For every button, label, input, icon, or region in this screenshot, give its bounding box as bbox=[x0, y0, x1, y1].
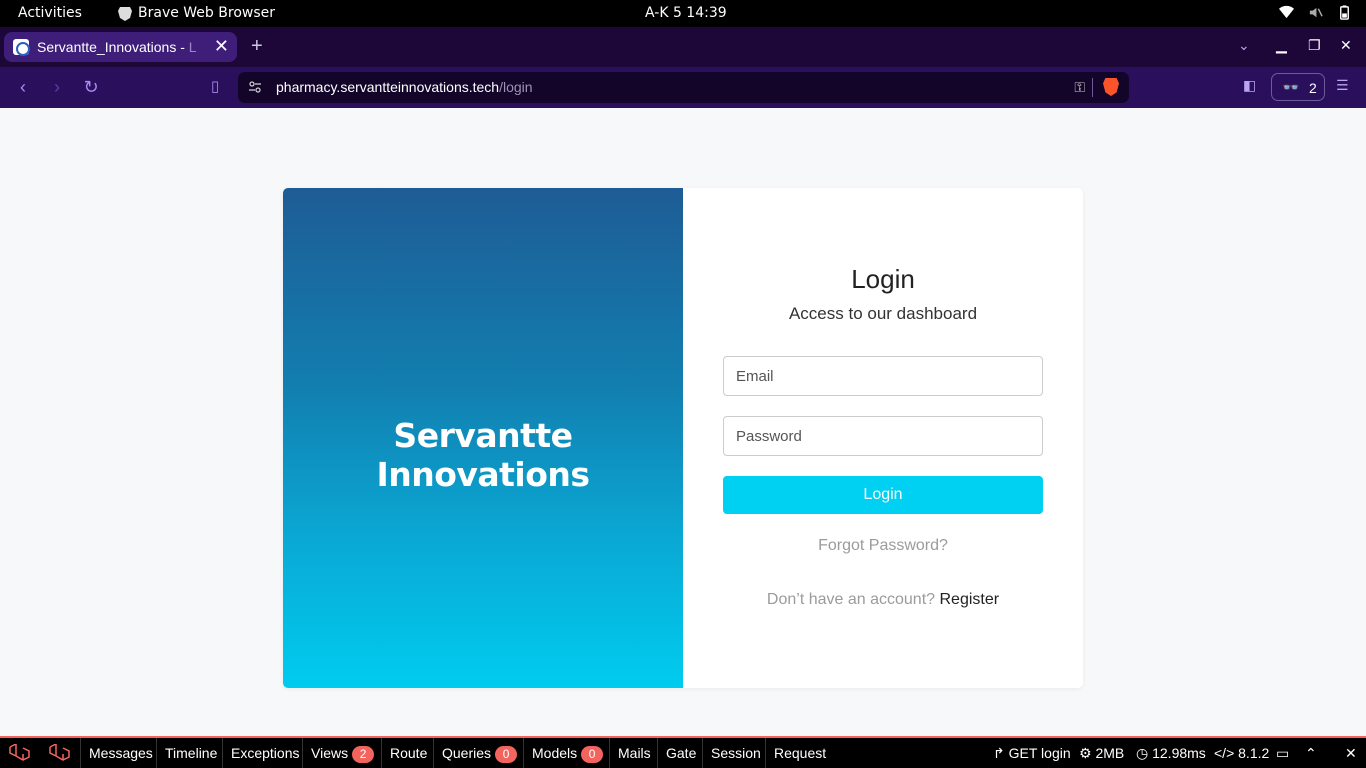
debugbar: Messages Timeline Exceptions Views 2 Rout… bbox=[0, 736, 1366, 768]
app-menu[interactable]: Brave Web Browser bbox=[118, 5, 275, 21]
forward-arrow-icon[interactable]: › bbox=[47, 77, 67, 97]
clock-icon: ◷ bbox=[1136, 745, 1149, 761]
email-field[interactable] bbox=[723, 356, 1043, 396]
views-count-badge: 2 bbox=[352, 746, 375, 763]
brave-app-icon bbox=[118, 6, 132, 21]
route-value: GET login bbox=[1008, 745, 1071, 761]
url-path: /login bbox=[499, 79, 533, 95]
debug-tab-session[interactable]: Session bbox=[702, 738, 769, 768]
hamburger-menu-icon[interactable]: ☰ bbox=[1336, 77, 1349, 94]
back-arrow-icon[interactable]: ‹ bbox=[13, 77, 33, 97]
sidebar-toggle-icon[interactable]: ◧ bbox=[1243, 77, 1256, 94]
password-field[interactable] bbox=[723, 416, 1043, 456]
register-link[interactable]: Register bbox=[940, 591, 1000, 608]
login-button[interactable]: Login bbox=[723, 476, 1043, 514]
tab-close-icon[interactable]: ✕ bbox=[214, 36, 229, 57]
debug-tab-request[interactable]: Request bbox=[765, 738, 834, 768]
code-icon: </> bbox=[1214, 745, 1235, 761]
site-settings-icon[interactable] bbox=[248, 80, 262, 94]
system-top-bar: Activities Brave Web Browser A-K 5 14:39 bbox=[0, 0, 1366, 27]
bookmark-icon[interactable]: ▯ bbox=[205, 77, 225, 97]
tab-title: Servantte_Innovations - bbox=[37, 39, 189, 55]
debug-tab-queries[interactable]: Queries 0 bbox=[433, 738, 525, 768]
browser-tab-strip: Servantte_Innovations - L ✕ + ⌄ ▁ ❐ ✕ bbox=[0, 27, 1366, 67]
login-subtitle: Access to our dashboard bbox=[788, 304, 978, 323]
url-text[interactable]: pharmacy.servantteinnovations.tech/login bbox=[276, 79, 533, 95]
battery-icon bbox=[1340, 5, 1349, 20]
debug-tab-models[interactable]: Models 0 bbox=[523, 738, 611, 768]
time-value: 12.98ms bbox=[1152, 745, 1206, 761]
address-bar[interactable]: pharmacy.servantteinnovations.tech/login… bbox=[238, 72, 1129, 103]
new-tab-plus-icon[interactable]: + bbox=[251, 35, 263, 58]
memory-indicator: ⚙ 2MB bbox=[1079, 738, 1124, 768]
site-favicon-icon bbox=[13, 39, 30, 56]
maximize-debugbar-chevron-up-icon[interactable]: ⌃ bbox=[1305, 738, 1317, 768]
password-key-icon[interactable]: ⚿ bbox=[1074, 79, 1085, 96]
debug-tab-messages[interactable]: Messages bbox=[80, 738, 161, 768]
models-count-badge: 0 bbox=[581, 746, 604, 763]
views-label: Views bbox=[311, 745, 349, 761]
tab-servantte-login[interactable]: Servantte_Innovations - L ✕ bbox=[4, 32, 237, 62]
brand-title: Servantte Innovations bbox=[376, 416, 590, 494]
volume-muted-icon bbox=[1309, 7, 1323, 18]
php-version-value: 8.1.2 bbox=[1238, 745, 1270, 761]
clock[interactable]: A-K 5 14:39 bbox=[645, 5, 727, 21]
time-indicator[interactable]: ◷ 12.98ms bbox=[1136, 738, 1206, 768]
close-debugbar-icon[interactable]: ✕ bbox=[1345, 738, 1357, 768]
system-tray[interactable] bbox=[1279, 5, 1352, 20]
activities-button[interactable]: Activities bbox=[18, 5, 82, 21]
debug-tab-timeline[interactable]: Timeline bbox=[156, 738, 225, 768]
models-label: Models bbox=[532, 745, 578, 761]
wallet-count: 2 bbox=[1309, 80, 1317, 96]
queries-label: Queries bbox=[442, 745, 492, 761]
wifi-icon bbox=[1279, 5, 1294, 19]
tab-title-faded: L bbox=[188, 39, 197, 55]
maximize-window-icon[interactable]: ❐ bbox=[1308, 37, 1321, 54]
debug-tab-mails[interactable]: Mails bbox=[609, 738, 659, 768]
queries-count-badge: 0 bbox=[495, 746, 518, 763]
no-account-text: Don’t have an account? bbox=[766, 591, 936, 608]
url-divider bbox=[1092, 78, 1093, 97]
url-host: pharmacy.servantteinnovations.tech bbox=[276, 79, 500, 95]
login-heading: Login bbox=[851, 264, 915, 294]
private-glasses-icon: 👓 bbox=[1282, 79, 1300, 95]
brave-shields-icon[interactable] bbox=[1103, 78, 1119, 96]
share-arrow-icon: ↱ bbox=[993, 745, 1005, 761]
debug-tab-exceptions[interactable]: Exceptions bbox=[222, 738, 307, 768]
tab-search-chevron-down-icon[interactable]: ⌄ bbox=[1238, 37, 1250, 54]
php-version-indicator: </> 8.1.2 bbox=[1214, 738, 1269, 768]
open-folder-icon[interactable]: ▭ bbox=[1276, 738, 1289, 768]
laravel-logo-icon[interactable] bbox=[8, 744, 30, 764]
login-card: Servantte Innovations Login Access to ou… bbox=[283, 188, 1083, 688]
memory-value: 2MB bbox=[1095, 745, 1125, 761]
route-indicator[interactable]: ↱ GET login bbox=[993, 738, 1071, 768]
wallet-button[interactable]: 👓 2 bbox=[1271, 73, 1325, 101]
close-window-icon[interactable]: ✕ bbox=[1340, 37, 1352, 54]
app-name-label: Brave Web Browser bbox=[138, 5, 275, 21]
login-form-panel: Login Access to our dashboard Login Forg… bbox=[683, 188, 1083, 688]
cogs-icon: ⚙ bbox=[1079, 745, 1092, 761]
debug-tab-views[interactable]: Views 2 bbox=[302, 738, 382, 768]
register-prompt: Don’t have an account? Register bbox=[683, 591, 1083, 609]
minimize-window-icon[interactable]: ▁ bbox=[1276, 37, 1287, 54]
browser-toolbar: ‹ › ↻ ▯ pharmacy.servantteinnovations.te… bbox=[0, 67, 1366, 108]
forgot-password-link[interactable]: Forgot Password? bbox=[683, 537, 1083, 555]
reload-icon[interactable]: ↻ bbox=[81, 77, 101, 97]
debug-tab-gate[interactable]: Gate bbox=[657, 738, 704, 768]
page-content: Servantte Innovations Login Access to ou… bbox=[0, 108, 1366, 736]
brand-panel: Servantte Innovations bbox=[283, 188, 683, 688]
debug-tab-route[interactable]: Route bbox=[381, 738, 435, 768]
laravel-logo-alt-icon[interactable] bbox=[48, 744, 70, 764]
